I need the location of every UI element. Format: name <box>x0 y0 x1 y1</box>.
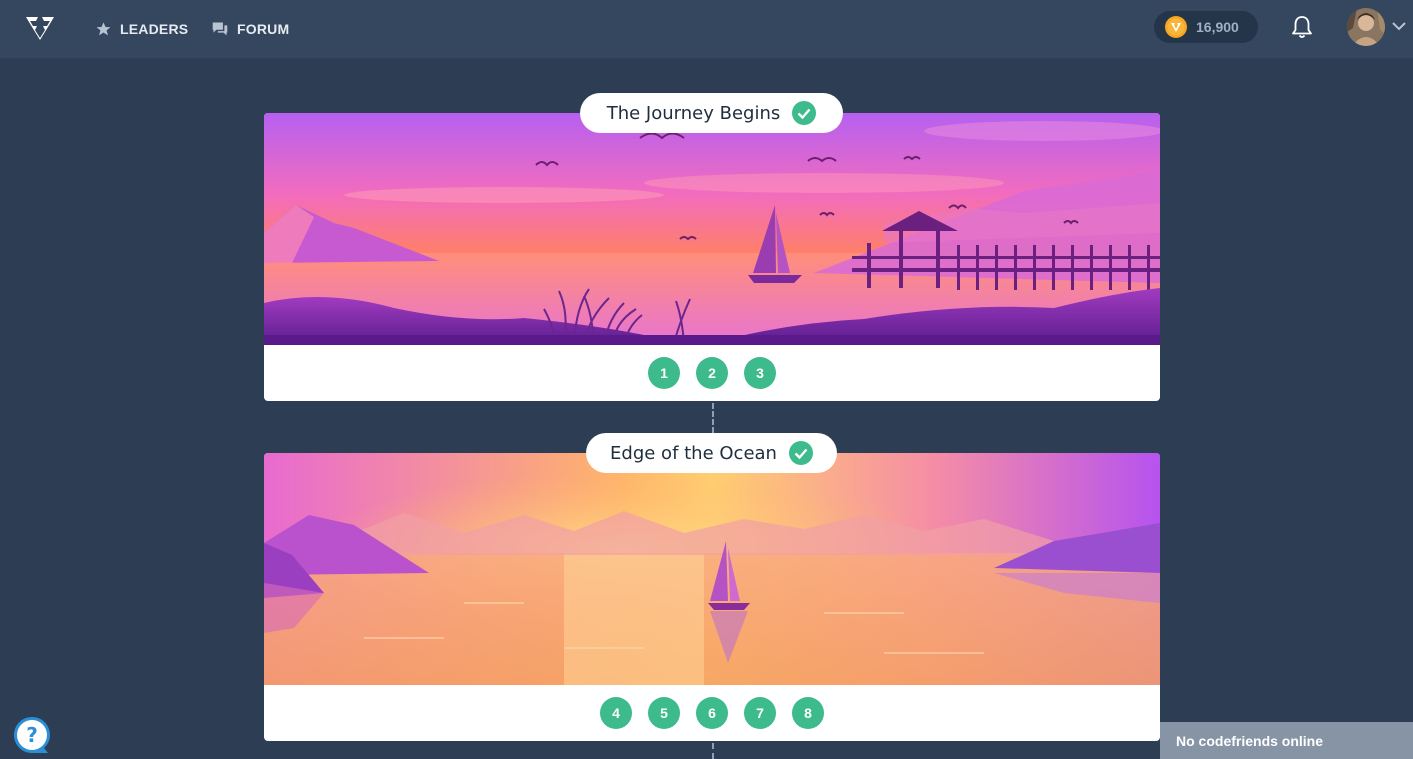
coin-icon <box>1165 16 1187 38</box>
sunset-lake-image <box>264 113 1160 345</box>
check-circle-icon <box>788 441 813 465</box>
check-circle-icon <box>792 101 817 125</box>
chapter-card: 4 5 6 7 8 <box>264 453 1160 741</box>
nav-leaders-label: LEADERS <box>120 21 189 37</box>
chapter-connector <box>712 743 714 759</box>
step-7[interactable]: 7 <box>744 697 776 729</box>
top-navigation-bar: LEADERS FORUM 16,900 <box>0 0 1413 58</box>
chapter-card: 1 2 3 <box>264 113 1160 401</box>
nav-forum-label: FORUM <box>237 21 290 37</box>
svg-text:?: ? <box>26 723 38 747</box>
chevron-down-icon[interactable] <box>1391 20 1407 32</box>
chapter-illustration[interactable] <box>264 453 1160 685</box>
codefights-logo-icon[interactable] <box>24 14 56 40</box>
step-1[interactable]: 1 <box>648 357 680 389</box>
codefriends-panel[interactable]: No codefriends online <box>1160 722 1413 759</box>
chapter-steps: 4 5 6 7 8 <box>264 685 1160 741</box>
step-6[interactable]: 6 <box>696 697 728 729</box>
step-8[interactable]: 8 <box>792 697 824 729</box>
chapter-connector <box>712 403 714 433</box>
coin-balance[interactable]: 16,900 <box>1154 11 1258 43</box>
avatar-image <box>1347 8 1385 46</box>
forum-icon <box>212 22 228 36</box>
help-icon[interactable]: ? <box>13 716 51 754</box>
chapter-steps: 1 2 3 <box>264 345 1160 401</box>
chapter-title-pill[interactable]: The Journey Begins <box>580 93 843 133</box>
codefriends-status: No codefriends online <box>1176 732 1324 749</box>
nav-forum[interactable]: FORUM <box>211 0 289 58</box>
chapter-title-pill[interactable]: Edge of the Ocean <box>586 433 837 473</box>
chapter-title: The Journey Begins <box>606 102 781 124</box>
star-icon <box>96 22 111 36</box>
bell-icon[interactable] <box>1290 14 1314 40</box>
chapter-title: Edge of the Ocean <box>610 442 777 464</box>
nav-leaders[interactable]: LEADERS <box>95 0 188 58</box>
step-2[interactable]: 2 <box>696 357 728 389</box>
coin-amount: 16,900 <box>1196 19 1239 35</box>
ocean-sunrise-image <box>264 453 1160 685</box>
step-4[interactable]: 4 <box>600 697 632 729</box>
chapter-illustration[interactable] <box>264 113 1160 345</box>
step-3[interactable]: 3 <box>744 357 776 389</box>
user-avatar[interactable] <box>1347 8 1385 46</box>
step-5[interactable]: 5 <box>648 697 680 729</box>
